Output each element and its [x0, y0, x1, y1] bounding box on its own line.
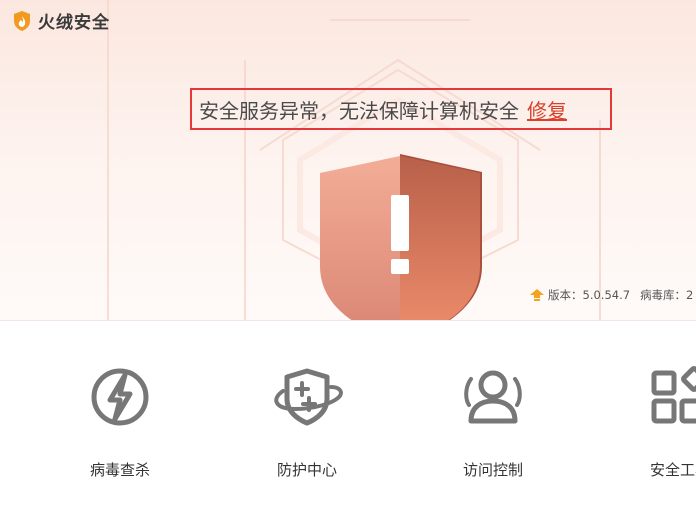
tool-label: 安全工具	[649, 461, 696, 479]
tool-virus-scan[interactable]: 病毒查杀	[60, 365, 180, 480]
upgrade-arrow-icon[interactable]	[530, 289, 544, 301]
tool-access-control[interactable]: 访问控制	[433, 365, 553, 480]
lightning-icon	[91, 368, 149, 426]
app-logo: 火绒安全	[12, 8, 110, 33]
tool-security-tools[interactable]: 安全工具	[620, 365, 696, 480]
alert-message: 安全服务异常，无法保障计算机安全	[199, 98, 519, 123]
shield-plus-icon	[274, 368, 343, 426]
repair-link[interactable]: 修复	[527, 95, 567, 124]
flame-icon	[14, 10, 30, 31]
user-icon	[464, 370, 522, 424]
app-name: 火绒安全	[38, 13, 110, 33]
tool-label: 防护中心	[276, 461, 337, 479]
hero-panel: 火绒安全 安全服务异常，无法保障计算机安全 修复 版本：5.0.54.7 病毒库…	[0, 0, 696, 320]
version-text: 版本：5.0.54.7	[548, 288, 631, 302]
section-divider	[0, 320, 696, 321]
warning-shield-icon	[320, 154, 482, 320]
alert-banner: 安全服务异常，无法保障计算机安全 修复	[190, 88, 612, 130]
status-shield	[300, 148, 500, 320]
tool-protection-center[interactable]: 防护中心	[247, 365, 367, 480]
version-info: 版本：5.0.54.7 病毒库：2	[530, 287, 693, 303]
virus-db-text: 病毒库：2	[640, 288, 694, 302]
grid-icon	[651, 366, 696, 424]
tool-label: 访问控制	[462, 461, 523, 479]
tool-label: 病毒查杀	[89, 461, 150, 479]
